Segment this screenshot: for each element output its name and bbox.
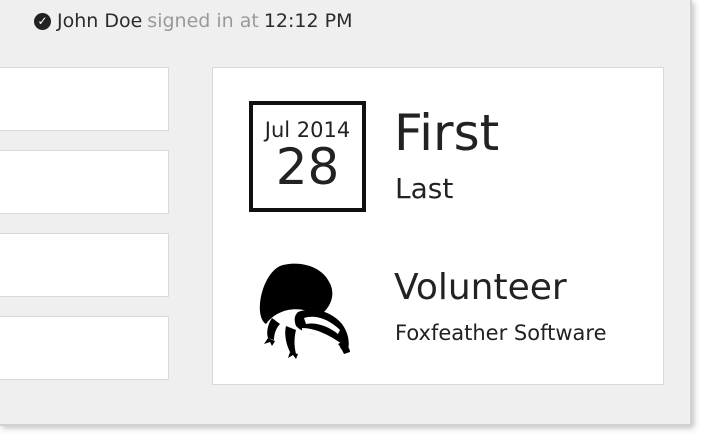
date-day: 28 [275,138,340,196]
input-field-1[interactable] [0,67,169,131]
input-field-4[interactable] [0,316,169,380]
signed-in-user: John Doe [57,10,143,32]
badge-organization: Foxfeather Software [395,321,607,345]
signin-status: ✓ John Doe signed in at 12:12 PM [34,8,352,34]
input-field-3[interactable] [0,233,169,297]
badger-icon [259,263,350,359]
date-box: Jul 2014 28 [249,101,366,212]
badge-role: Volunteer [394,267,567,308]
signed-in-label: signed in at [147,10,259,32]
first-name: First [394,104,500,162]
check-circle-icon: ✓ [34,12,51,30]
input-field-2[interactable] [0,150,169,214]
app-window: ✓ John Doe signed in at 12:12 PM Jul 201… [0,0,692,426]
last-name: Last [395,172,454,205]
signed-in-time: 12:12 PM [263,10,353,32]
badge-preview-card: Jul 2014 28 First Last Volunteer Foxfeat… [212,67,664,385]
